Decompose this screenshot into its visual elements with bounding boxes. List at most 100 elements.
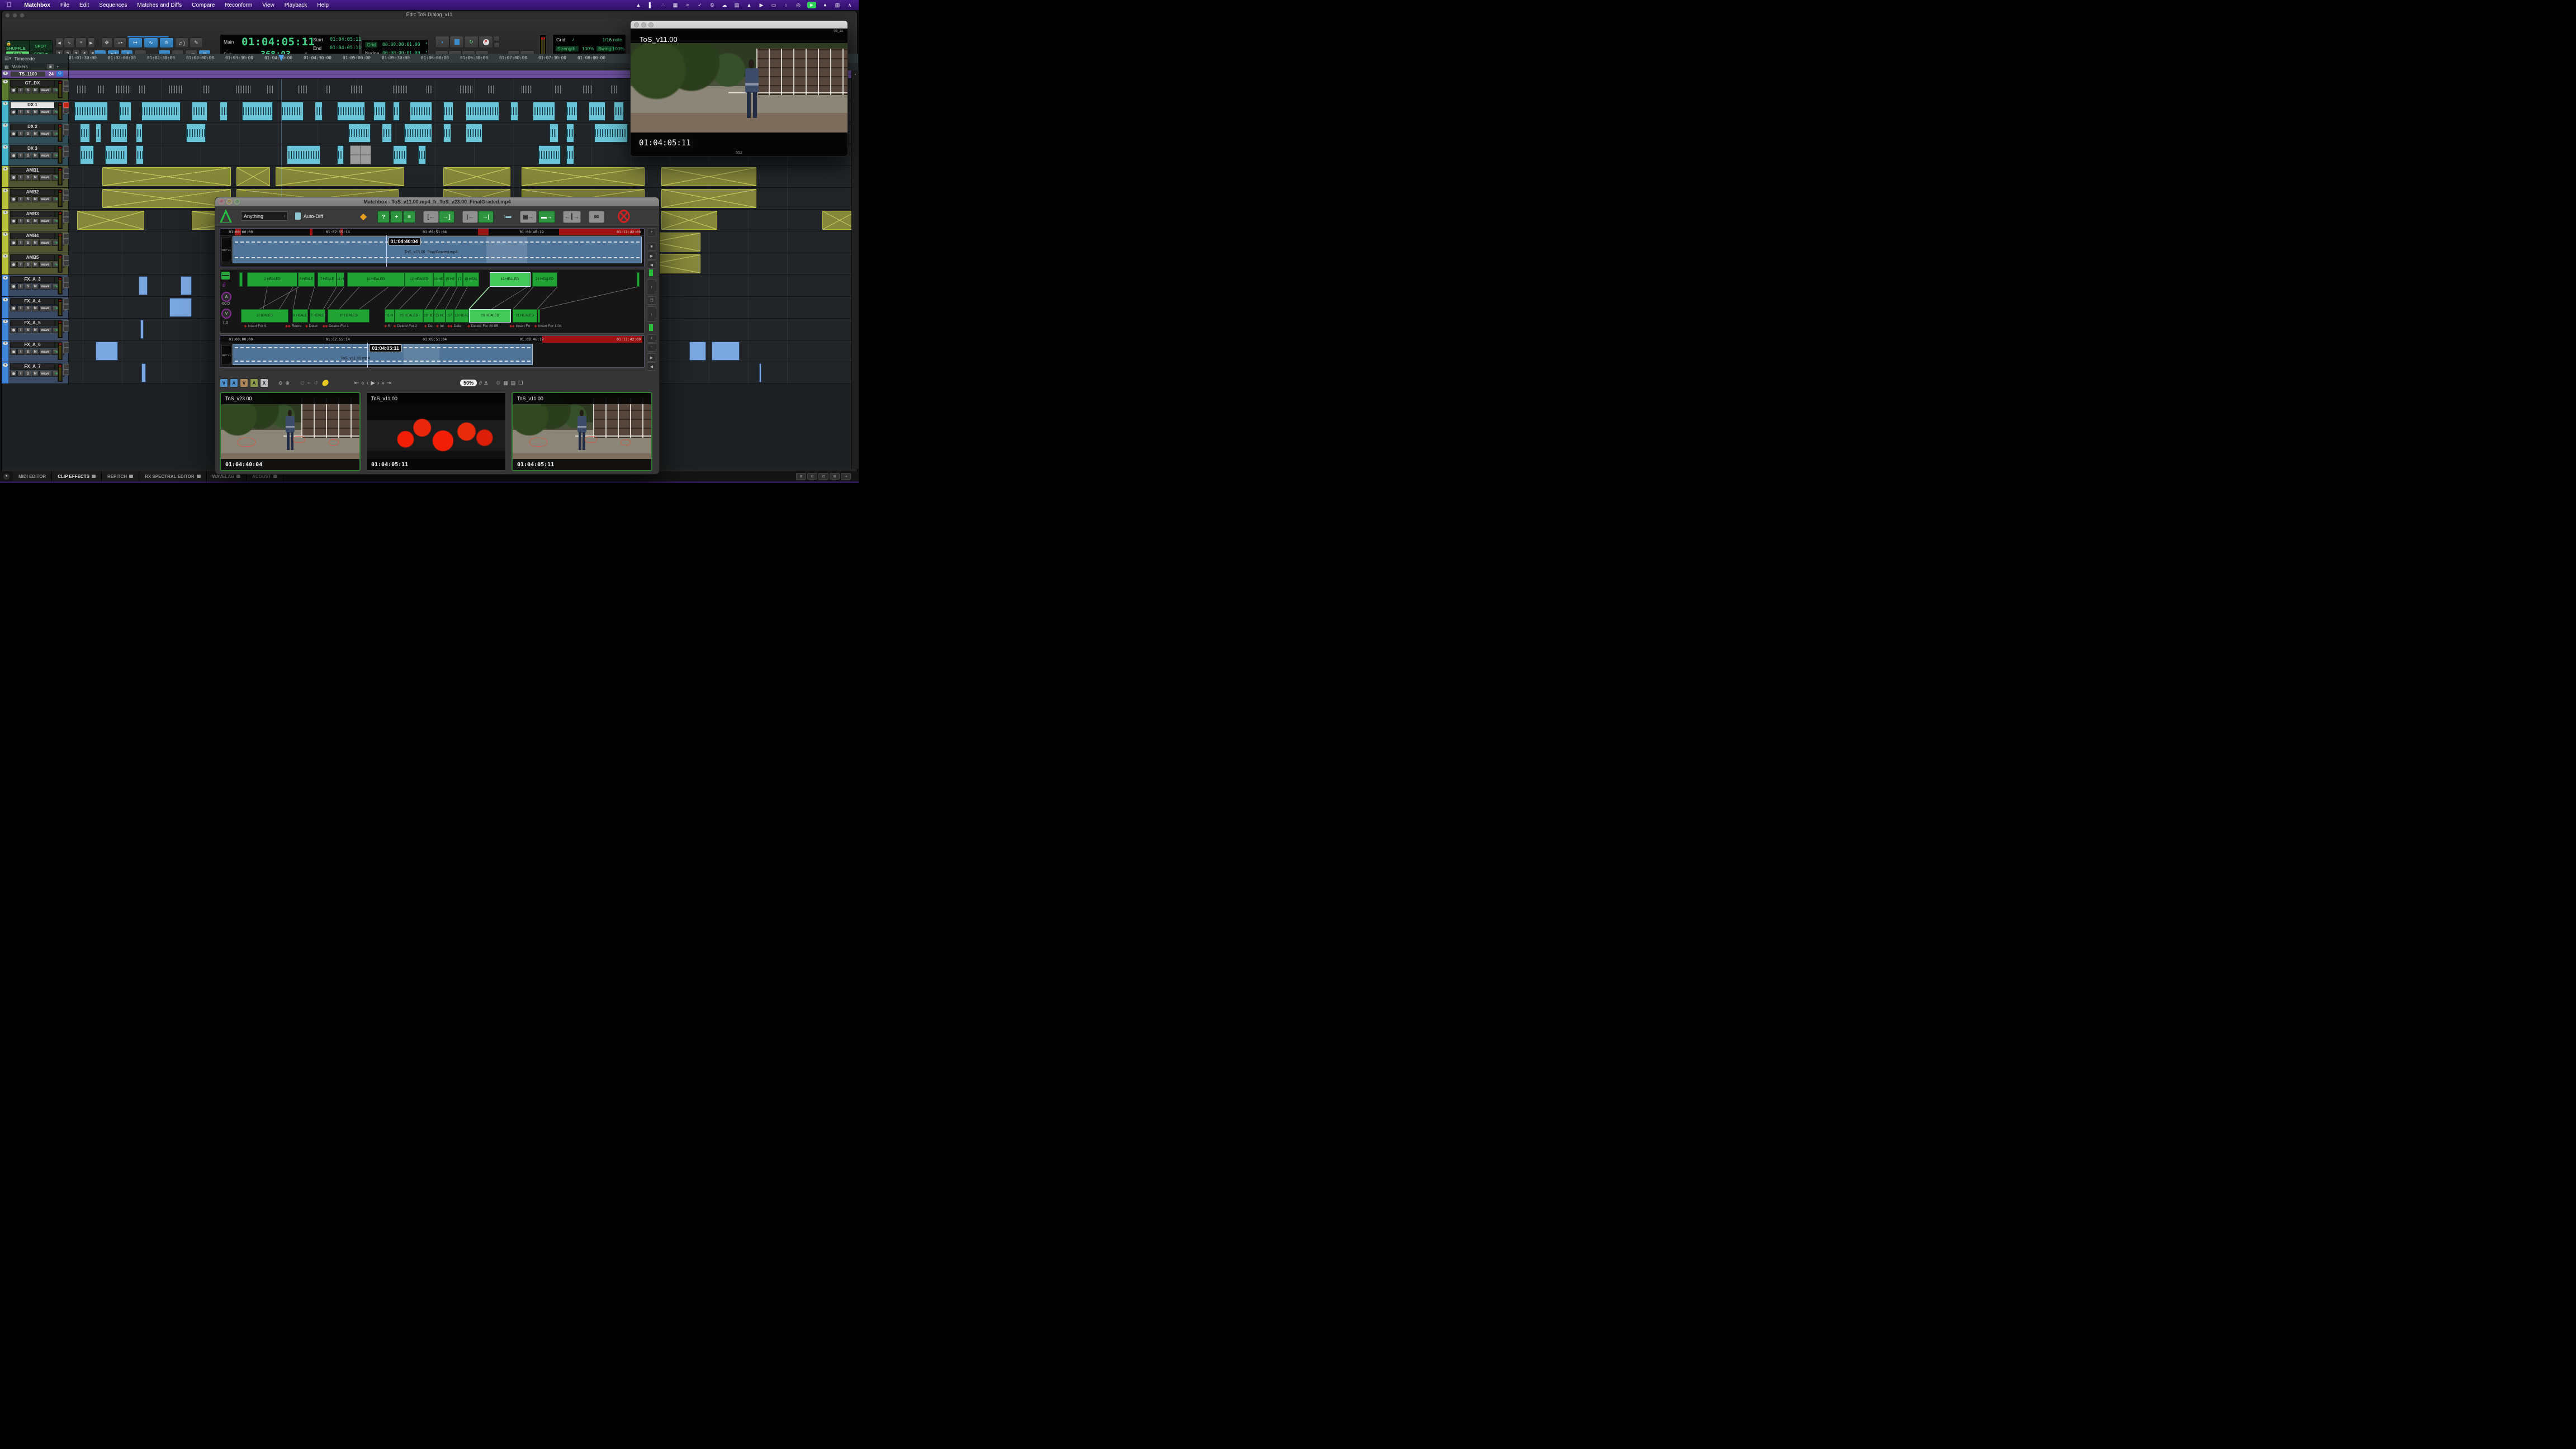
mute-button[interactable]: M (32, 283, 39, 290)
list-view-icon[interactable]: ▤ (510, 380, 517, 386)
record-enable-button[interactable] (10, 349, 17, 355)
solo-button[interactable]: S (25, 87, 31, 93)
audio-clip[interactable] (759, 363, 761, 382)
audio-clip[interactable] (350, 145, 371, 164)
view-selector-button[interactable]: wave (39, 371, 51, 377)
film-icon[interactable]: ▦ (672, 2, 679, 8)
play-circle-icon[interactable]: ▶ (758, 2, 765, 8)
view-selector-button[interactable]: wave (39, 305, 51, 311)
next-many-icon[interactable]: » (381, 380, 385, 386)
solo-button[interactable]: S (25, 371, 31, 377)
video-a-button[interactable]: V (220, 378, 228, 387)
audio-a-button[interactable]: A (230, 378, 238, 387)
status-tab-clip-effects[interactable]: CLIP EFFECTS (52, 471, 102, 481)
prism-icon[interactable]: ▲ (635, 2, 642, 8)
grabber-tool[interactable]: ✋︎ (159, 37, 174, 48)
solo-button[interactable]: S (25, 196, 31, 202)
track-name[interactable]: AMB3 (10, 211, 55, 217)
prev-diff-button[interactable]: |← (462, 211, 478, 223)
view-selector-button[interactable]: wave (39, 131, 51, 137)
main-counter-dropdown[interactable]: ▾ (305, 39, 307, 43)
track-name[interactable]: FX_A_7 (10, 363, 55, 370)
insert-forward-button[interactable]: ▬→ (538, 211, 555, 223)
grid-corner-button[interactable]: ⊠ (830, 473, 840, 480)
solo-button[interactable]: S (25, 327, 31, 333)
record-button[interactable]: P (479, 36, 493, 48)
mb-back2-icon[interactable]: ◀ (647, 362, 656, 371)
solo-button[interactable]: S (25, 262, 31, 268)
audio-clip[interactable] (373, 102, 386, 121)
chevron-icon[interactable]: ∧ (846, 2, 853, 8)
view-selector-button[interactable]: wave (39, 283, 51, 290)
menu-item-view[interactable]: View (257, 0, 280, 10)
healed-segment[interactable]: 12 HEALED (405, 272, 434, 287)
mb-window-icon[interactable]: ❐ (647, 296, 656, 305)
collapse-icon[interactable]: ▾ (3, 298, 8, 301)
mute-button[interactable]: M (32, 218, 39, 224)
dots-icon[interactable]: ∴ (660, 2, 666, 8)
grid-note-value[interactable]: 1/16 note (603, 37, 622, 42)
x-button[interactable]: X (260, 378, 268, 387)
selector-tool[interactable]: ∿ (144, 37, 158, 48)
track-name[interactable]: AMB5 (10, 254, 55, 261)
input-button[interactable]: I (17, 305, 24, 311)
loop-playback-button[interactable]: ↻ (464, 36, 479, 48)
healed-segment[interactable]: 12 HEALED (395, 309, 424, 323)
audio-clip[interactable] (550, 124, 558, 143)
mb-up-arrow-icon[interactable]: ↑ (647, 280, 656, 295)
search-icon[interactable]: ○ (783, 2, 789, 8)
play-button[interactable]: ◗ (435, 36, 449, 48)
healed-segment[interactable]: 19 HEALED (469, 309, 511, 323)
next-icon[interactable]: › (377, 380, 379, 386)
record-enable-button[interactable] (10, 153, 17, 159)
collapse-icon[interactable]: ▾ (3, 233, 8, 236)
audio-clip[interactable] (77, 211, 144, 230)
record-enable-button[interactable] (10, 109, 17, 115)
clock-check-icon[interactable]: ✓ (697, 2, 703, 8)
audio-clip[interactable] (566, 124, 574, 143)
input-button[interactable]: I (17, 240, 24, 246)
strength-label[interactable]: Strength: (556, 46, 579, 51)
collapse-icon[interactable]: ▾ (3, 363, 8, 367)
menu-item-edit[interactable]: Edit (74, 0, 94, 10)
solo-button[interactable]: S (25, 109, 31, 115)
audio-clip[interactable] (337, 145, 344, 164)
view-selector-button[interactable]: wave (39, 174, 51, 181)
status-tab-repitch[interactable]: REPITCH (102, 471, 139, 481)
collapse-icon[interactable]: ▾ (3, 254, 8, 258)
healed-segment[interactable]: 6 HEALE (298, 272, 314, 287)
go-first-icon[interactable]: ⇤ (354, 380, 359, 386)
segment-rows-icon[interactable] (221, 272, 230, 280)
right-scroll-strip[interactable]: ▾ (851, 70, 859, 469)
video-knob[interactable]: V (221, 309, 231, 319)
audio-clip[interactable] (712, 342, 740, 361)
mute-button[interactable]: M (32, 153, 39, 159)
stop-button[interactable] (449, 36, 464, 48)
reference-playhead[interactable] (386, 235, 387, 267)
mute-button[interactable]: M (32, 327, 39, 333)
collapse-icon[interactable]: ▾ (3, 72, 8, 75)
solo-button[interactable]: S (25, 305, 31, 311)
healed-segment[interactable]: 7 HEALE (318, 272, 337, 287)
menu-item-help[interactable]: Help (312, 0, 334, 10)
audio-clip[interactable] (287, 145, 320, 164)
zoomer-tool[interactable]: ⌕▾ (113, 37, 127, 48)
go-last-icon[interactable]: ⇥ (387, 380, 391, 386)
mute-button[interactable]: M (32, 349, 39, 355)
healed-segment[interactable]: 17 (446, 309, 454, 323)
record-enable-button[interactable] (10, 131, 17, 137)
audio-clip[interactable] (105, 145, 127, 164)
audio-clip[interactable] (393, 145, 407, 164)
prev-match-button[interactable]: [← (423, 211, 439, 223)
audio-clip[interactable] (689, 342, 706, 361)
record-enable-button[interactable] (10, 218, 17, 224)
menu-item-reconform[interactable]: Reconform (220, 0, 257, 10)
view-selector-button[interactable]: wave (39, 349, 51, 355)
track-name[interactable]: FX_A_4 (10, 298, 55, 305)
record-enable-button[interactable] (10, 283, 17, 290)
track-name[interactable]: FX_A_3 (10, 276, 55, 283)
audio-clip[interactable] (443, 167, 510, 186)
smart-tool-indicator[interactable] (127, 36, 169, 37)
matchbox-titlebar[interactable]: ⊗ ⊖ ⊕ Matchbox - ToS_v11.00.mp4_fr_ToS_v… (215, 197, 659, 206)
view-selector-button[interactable]: wave (39, 262, 51, 268)
